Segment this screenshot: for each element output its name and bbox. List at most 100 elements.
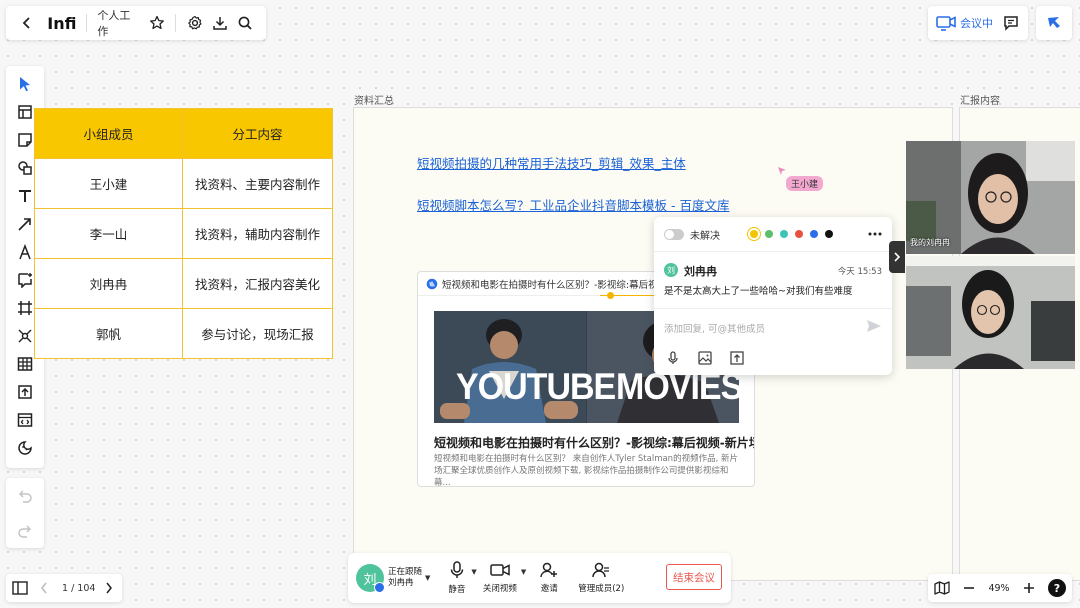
search-icon[interactable]	[233, 10, 258, 36]
follow-mode-button[interactable]	[1036, 6, 1072, 40]
board-title: Infi	[47, 13, 77, 33]
call-control-bar: 刘 正在跟随 刘冉冉 ▼ 静音 ▼ 关闭视频 ▼ 邀请 管理成员(2) 结束会议	[348, 553, 731, 603]
resolve-toggle[interactable]	[664, 228, 684, 240]
video-progress-handle[interactable]	[607, 292, 614, 299]
comment-popup: 未解决 刘 刘冉冉 今天 15:53 是不是太高大上了一些哈哈~对我们有些难度 …	[654, 217, 892, 375]
caret-down-icon[interactable]: ▼	[425, 574, 430, 582]
remote-cursor-icon	[777, 166, 787, 176]
microphone-icon	[449, 561, 465, 579]
reference-link[interactable]: 短视频拍摄的几种常用手法技巧_剪辑_效果_主体	[417, 153, 686, 172]
zoom-out-icon[interactable]	[963, 582, 975, 594]
divider	[654, 308, 892, 309]
select-tool[interactable]	[10, 70, 40, 98]
layout-icon	[17, 104, 33, 120]
color-swatch-blue[interactable]	[810, 230, 818, 238]
table-header-row: 小组成员 分工内容	[34, 108, 333, 159]
help-icon[interactable]: ?	[1048, 579, 1066, 597]
upload-tool[interactable]	[10, 378, 40, 406]
reference-link[interactable]: 短视频脚本怎么写？工业品企业抖音脚本模板 - 百度文库	[417, 195, 729, 214]
member-name: 王小建	[34, 158, 183, 209]
end-meeting-button[interactable]: 结束会议	[666, 564, 722, 590]
comment-text: 是不是太高大上了一些哈哈~对我们有些难度	[664, 286, 853, 297]
add-user-icon	[540, 562, 558, 578]
back-icon[interactable]	[14, 10, 39, 36]
divider	[86, 14, 88, 32]
star-icon[interactable]	[144, 10, 169, 36]
globe-icon	[426, 278, 438, 290]
map-icon[interactable]	[934, 581, 950, 595]
comment-time: 今天 15:53	[837, 267, 882, 277]
invite-button[interactable]: 邀请	[540, 562, 558, 594]
frame-label-huibao[interactable]: 汇报内容	[960, 92, 1000, 107]
table-row[interactable]: 刘冉冉 找资料，汇报内容美化	[34, 258, 333, 309]
table-row[interactable]: 郭帆 参与讨论，现场汇报	[34, 308, 333, 359]
page-bar: 1 / 104	[6, 574, 122, 602]
download-icon[interactable]	[208, 10, 233, 36]
video-feed[interactable]	[906, 256, 1075, 369]
table-row[interactable]: 李一山 找资料，辅助内容制作	[34, 208, 333, 259]
frame-label-ziliao[interactable]: 资料汇总	[354, 92, 394, 107]
pointer-icon	[18, 76, 32, 92]
mute-button[interactable]: 静音	[448, 561, 465, 595]
redo-icon[interactable]	[17, 524, 33, 538]
table-icon	[17, 356, 33, 372]
color-picker	[750, 230, 840, 238]
comment-add-icon	[17, 272, 33, 288]
collapse-video-panel-button[interactable]	[889, 241, 905, 273]
zoom-level[interactable]: 49%	[988, 583, 1009, 594]
zoom-in-icon[interactable]	[1023, 582, 1035, 594]
more-icon[interactable]	[868, 232, 882, 236]
member-task: 找资料，汇报内容美化	[182, 258, 333, 309]
reply-input[interactable]: 添加回复, 可@其他成员	[664, 321, 765, 335]
manage-members-button[interactable]: 管理成员(2)	[578, 562, 624, 594]
color-swatch-red[interactable]	[795, 230, 803, 238]
send-icon[interactable]	[866, 319, 882, 333]
meeting-status[interactable]: 会议中	[960, 15, 993, 31]
upload-icon	[17, 384, 33, 400]
sticky-note-icon	[17, 132, 33, 148]
team-members-table[interactable]: 小组成员 分工内容 王小建 找资料、主要内容制作 李一山 找资料，辅助内容制作 …	[34, 108, 333, 359]
upload-file-icon[interactable]	[730, 351, 744, 365]
chat-icon[interactable]	[1003, 15, 1019, 31]
chevron-left-icon[interactable]	[40, 582, 48, 594]
member-name: 郭帆	[34, 308, 183, 359]
chevron-right-icon[interactable]	[105, 582, 113, 594]
cursor-follow-icon	[1045, 14, 1063, 32]
image-icon[interactable]	[698, 351, 712, 365]
chevron-right-icon	[894, 252, 900, 262]
gear-icon[interactable]	[182, 10, 207, 36]
workspace-breadcrumb[interactable]: 个人工作	[97, 7, 140, 39]
caret-down-icon[interactable]: ▼	[521, 568, 526, 576]
meeting-icon[interactable]	[936, 15, 956, 31]
member-name: 李一山	[34, 208, 183, 259]
microphone-icon[interactable]	[666, 351, 680, 365]
color-swatch-black[interactable]	[825, 230, 833, 238]
comment-author: 刘冉冉	[684, 265, 717, 278]
stop-video-label: 关闭视频	[482, 584, 517, 594]
member-task: 找资料，辅助内容制作	[182, 208, 333, 259]
mindmap-icon	[17, 328, 33, 344]
pen-icon	[17, 244, 33, 260]
participant-name: 我的刘冉冉	[910, 238, 950, 247]
following-user[interactable]: 刘 正在跟随 刘冉冉 ▼	[356, 564, 430, 593]
code-icon	[17, 412, 33, 428]
color-swatch-green[interactable]	[765, 230, 773, 238]
manage-members-label: 管理成员(2)	[578, 584, 625, 594]
stop-video-button[interactable]: 关闭视频	[483, 562, 517, 594]
meeting-bar: 会议中	[928, 6, 1028, 40]
member-task: 参与讨论，现场汇报	[182, 308, 333, 359]
sticker-tool[interactable]	[10, 434, 40, 462]
undo-icon[interactable]	[17, 489, 33, 503]
table-row[interactable]: 王小建 找资料、主要内容制作	[34, 158, 333, 209]
caret-down-icon[interactable]: ▼	[471, 568, 476, 576]
header-tasks: 分工内容	[182, 108, 333, 159]
comment-avatar: 刘	[664, 263, 678, 277]
participant-video	[906, 256, 1075, 369]
sidebar-toggle-icon[interactable]	[12, 581, 28, 595]
color-swatch-yellow[interactable]	[750, 230, 758, 238]
video-feed[interactable]: 我的刘冉冉	[906, 141, 1075, 254]
video-card-description: 短视频和电影在拍摄时有什么区别？ 来自创作人Tyler Stalman的视频作品…	[434, 454, 738, 487]
color-swatch-teal[interactable]	[780, 230, 788, 238]
embed-tool[interactable]	[10, 406, 40, 434]
top-bar: Infi 个人工作	[6, 6, 266, 40]
